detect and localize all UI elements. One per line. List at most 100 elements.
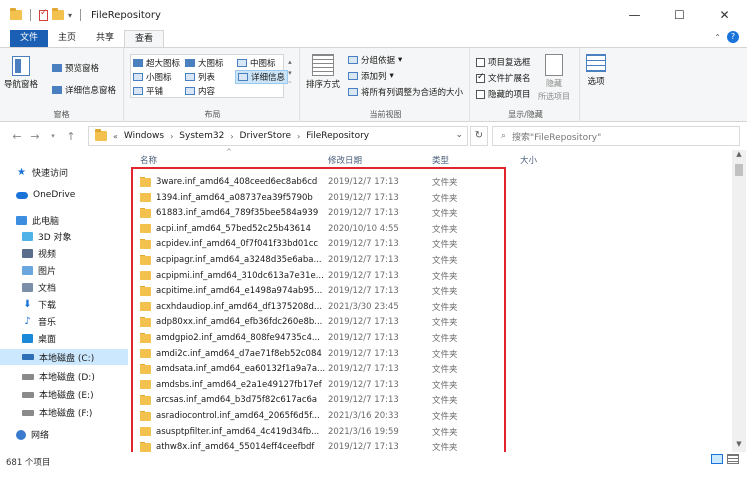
item-checkboxes-toggle[interactable]: 项目复选框 bbox=[476, 56, 531, 68]
group-by-button[interactable]: 分组依据 ▾ bbox=[348, 54, 402, 66]
scroll-down-icon[interactable]: ▼ bbox=[732, 440, 746, 452]
layout-details[interactable]: 详细信息 bbox=[235, 70, 289, 84]
tab-share[interactable]: 共享 bbox=[86, 30, 124, 47]
breadcrumb-driverstore[interactable]: DriverStore bbox=[240, 131, 291, 141]
navigation-pane-button[interactable]: 导航窗格 bbox=[4, 56, 38, 90]
address-bar[interactable]: « Windows › System32 › DriverStore › Fil… bbox=[88, 126, 468, 146]
table-row[interactable]: acxhdaudiop.inf_amd64_df1375208d... 2021/… bbox=[130, 299, 730, 315]
hidden-items-toggle[interactable]: 隐藏的项目 bbox=[476, 88, 531, 100]
properties-icon[interactable] bbox=[39, 8, 48, 21]
search-input[interactable]: 搜索"FileRepository" bbox=[512, 130, 601, 143]
add-columns-button[interactable]: 添加列 ▾ bbox=[348, 70, 394, 82]
hidden-items-checkbox[interactable] bbox=[476, 89, 485, 99]
table-row[interactable]: acpipagr.inf_amd64_a3248d35e6aba... 2019/… bbox=[130, 252, 730, 268]
table-row[interactable]: amdsbs.inf_amd64_e2a1e49127fb17ef 2019/12… bbox=[130, 377, 730, 393]
chevron-right-icon[interactable]: › bbox=[297, 132, 300, 141]
hide-selected-button[interactable]: 隐藏 所选项目 bbox=[538, 54, 570, 102]
table-row[interactable]: amdi2c.inf_amd64_d7ae71f8eb52c084 2019/12… bbox=[130, 346, 730, 362]
refresh-button[interactable]: ↻ bbox=[470, 126, 488, 146]
address-dropdown-icon[interactable]: ⌄ bbox=[455, 130, 463, 140]
nav-pictures[interactable]: 图片 bbox=[22, 264, 56, 277]
table-row[interactable]: 3ware.inf_amd64_408ceed6ec8ab6cd 2019/12/… bbox=[130, 174, 730, 190]
layout-extra-large-icons[interactable]: 超大图标 bbox=[133, 57, 180, 69]
chevron-down-icon[interactable]: ▾ bbox=[68, 11, 72, 20]
table-row[interactable]: 61883.inf_amd64_789f35bee584a939 2019/12/… bbox=[130, 205, 730, 221]
size-all-columns-button[interactable]: 将所有列调整为合适的大小 bbox=[348, 86, 463, 98]
file-name: arcsas.inf_amd64_b3d75f82c617ac6a bbox=[156, 395, 318, 406]
tab-home[interactable]: 主页 bbox=[48, 30, 86, 47]
recent-locations-icon[interactable]: ▾ bbox=[44, 132, 62, 140]
search-box[interactable]: ⌕ 搜索"FileRepository" bbox=[492, 126, 740, 146]
help-icon[interactable]: ? bbox=[727, 31, 739, 43]
preview-pane-button[interactable]: 预览窗格 bbox=[52, 62, 99, 74]
nav-network[interactable]: 网络 bbox=[16, 428, 49, 441]
breadcrumb-windows[interactable]: Windows bbox=[124, 131, 164, 141]
details-view-icon[interactable] bbox=[711, 454, 723, 464]
nav-music[interactable]: ♪ 音乐 bbox=[22, 315, 56, 328]
file-extensions-toggle[interactable]: 文件扩展名 bbox=[476, 72, 531, 84]
layout-content[interactable]: 内容 bbox=[185, 85, 215, 97]
overflow-icon[interactable]: « bbox=[113, 132, 118, 141]
item-checkboxes-checkbox[interactable] bbox=[476, 57, 485, 67]
table-row[interactable]: acpidev.inf_amd64_0f7f041f33bd01cc 2019/1… bbox=[130, 236, 730, 252]
layout-more-button[interactable]: ▴ ▾ ⁼ bbox=[288, 58, 292, 88]
table-row[interactable]: amdgpio2.inf_amd64_808fe94735c4... 2019/1… bbox=[130, 330, 730, 346]
file-name: amdi2c.inf_amd64_d7ae71f8eb52c084 bbox=[156, 348, 322, 359]
large-icons-view-icon[interactable] bbox=[727, 454, 739, 464]
layout-tiles[interactable]: 平铺 bbox=[133, 85, 163, 97]
table-row[interactable]: adp80xx.inf_amd64_efb36fdc260e8b... 2019/… bbox=[130, 314, 730, 330]
scroll-thumb[interactable] bbox=[735, 164, 743, 176]
nav-downloads[interactable]: ⬇ 下载 bbox=[22, 298, 56, 311]
collapse-ribbon-icon[interactable]: ⌃ bbox=[714, 33, 721, 42]
chevron-right-icon[interactable]: › bbox=[230, 132, 233, 141]
sort-by-button[interactable]: 排序方式 bbox=[306, 54, 340, 90]
nav-drive-e[interactable]: 本地磁盘 (E:) bbox=[22, 388, 94, 401]
close-button[interactable]: ✕ bbox=[702, 0, 747, 30]
table-row[interactable]: acpitime.inf_amd64_e1498a974ab95... 2019/… bbox=[130, 283, 730, 299]
nav-drive-c[interactable]: 本地磁盘 (C:) bbox=[0, 349, 128, 365]
vertical-scrollbar[interactable]: ▲ ▼ bbox=[732, 150, 746, 452]
nav-drive-f[interactable]: 本地磁盘 (F:) bbox=[22, 406, 92, 419]
column-header-date[interactable]: 修改日期 bbox=[328, 154, 362, 166]
table-row[interactable]: asusptpfilter.inf_amd64_4c419d34fb... 202… bbox=[130, 424, 730, 440]
layout-list[interactable]: 列表 bbox=[185, 71, 215, 83]
nav-drive-d[interactable]: 本地磁盘 (D:) bbox=[22, 370, 95, 383]
tab-file[interactable]: 文件 bbox=[10, 30, 49, 47]
back-arrow-icon[interactable]: ← bbox=[8, 130, 26, 143]
breadcrumb-system32[interactable]: System32 bbox=[179, 131, 224, 141]
tab-view[interactable]: 查看 bbox=[124, 30, 165, 47]
file-extensions-checkbox[interactable] bbox=[476, 72, 485, 83]
table-row[interactable]: asradiocontrol.inf_amd64_2065f6d5f... 202… bbox=[130, 408, 730, 424]
table-row[interactable]: acpipmi.inf_amd64_310dc613a7e31e... 2019/… bbox=[130, 268, 730, 284]
forward-arrow-icon[interactable]: → bbox=[26, 130, 44, 143]
quick-access-toolbar: ▾ bbox=[10, 8, 85, 21]
nav-documents[interactable]: 文档 bbox=[22, 281, 56, 294]
table-row[interactable]: amdsata.inf_amd64_ea60132f1a9a7a... 2019/… bbox=[130, 361, 730, 377]
options-button[interactable]: 选项 bbox=[586, 54, 606, 87]
details-pane-button[interactable]: 详细信息窗格 bbox=[52, 84, 116, 96]
minimize-button[interactable]: — bbox=[612, 0, 657, 30]
table-row[interactable]: acpi.inf_amd64_57bed52c25b43614 2020/10/1… bbox=[130, 221, 730, 237]
layout-large-icons[interactable]: 大图标 bbox=[185, 57, 224, 69]
table-row[interactable]: 1394.inf_amd64_a08737ea39f5790b 2019/12/7… bbox=[130, 190, 730, 206]
new-folder-icon[interactable] bbox=[52, 8, 64, 20]
chevron-right-icon[interactable]: › bbox=[170, 132, 173, 141]
column-header-size[interactable]: 大小 bbox=[520, 154, 537, 166]
column-header-name[interactable]: 名称 bbox=[140, 154, 157, 166]
nav-quick-access[interactable]: ★ 快速访问 bbox=[16, 166, 68, 179]
table-row[interactable]: arcsas.inf_amd64_b3d75f82c617ac6a 2019/12… bbox=[130, 392, 730, 408]
scroll-up-icon[interactable]: ▲ bbox=[732, 150, 746, 162]
breadcrumb-filerepository[interactable]: FileRepository bbox=[306, 131, 369, 141]
nav-desktop[interactable]: 桌面 bbox=[22, 332, 56, 345]
nav-this-pc[interactable]: 此电脑 bbox=[16, 214, 59, 227]
nav-onedrive[interactable]: OneDrive bbox=[16, 190, 75, 200]
nav-videos[interactable]: 视频 bbox=[22, 247, 56, 260]
desktop-icon bbox=[22, 334, 33, 343]
maximize-button[interactable]: ☐ bbox=[657, 0, 702, 30]
column-header-type[interactable]: 类型 bbox=[432, 154, 449, 166]
layout-small-icons[interactable]: 小图标 bbox=[133, 71, 172, 83]
modified-date-cell: 2019/12/7 17:13 bbox=[328, 379, 399, 390]
up-arrow-icon[interactable]: ↑ bbox=[62, 130, 80, 143]
layout-medium-icons[interactable]: 中图标 bbox=[237, 57, 276, 69]
nav-3d-objects[interactable]: 3D 对象 bbox=[22, 230, 72, 243]
